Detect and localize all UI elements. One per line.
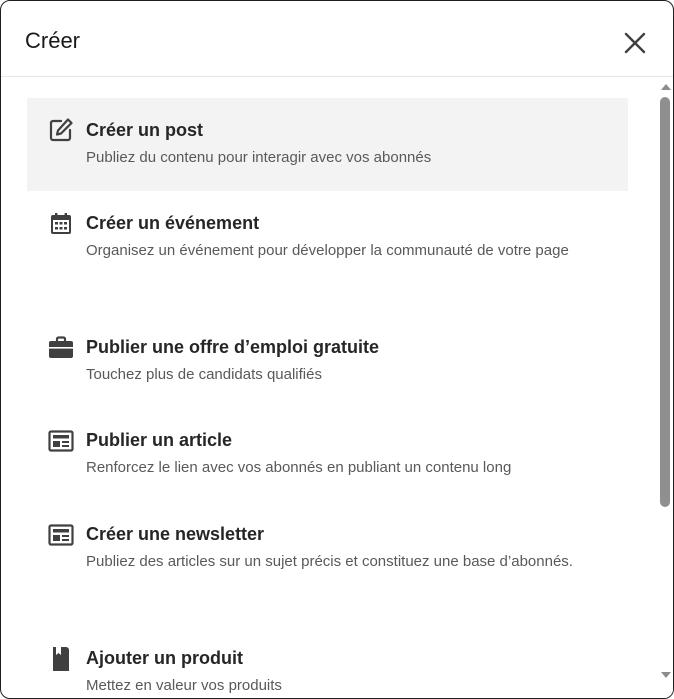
- newsletter-icon: [47, 521, 75, 549]
- calendar-icon: [47, 210, 75, 238]
- dialog-title: Créer: [25, 28, 81, 53]
- option-create-post[interactable]: Créer un post Publiez du contenu pour in…: [27, 98, 628, 191]
- edit-icon: [47, 116, 75, 144]
- option-title: Publier un article: [86, 430, 233, 450]
- close-icon: [624, 32, 646, 54]
- option-description: Renforcez le lien avec vos abonnés en pu…: [86, 459, 512, 476]
- option-title: Créer une newsletter: [86, 524, 265, 544]
- option-title: Ajouter un produit: [86, 648, 243, 668]
- create-dialog: Créer Créer un post Publiez du contenu p…: [0, 0, 674, 699]
- option-create-event[interactable]: Créer un événement Organisez un événemen…: [27, 191, 628, 304]
- scroll-thumb[interactable]: [660, 97, 670, 507]
- option-create-newsletter[interactable]: Créer une newsletter Publiez des article…: [27, 504, 628, 614]
- option-description: Publiez du contenu pour interagir avec v…: [86, 149, 432, 166]
- vertical-scrollbar[interactable]: [657, 78, 673, 698]
- scroll-up-arrow-icon[interactable]: [661, 84, 671, 90]
- option-description: Organisez un événement pour développer l…: [86, 242, 569, 259]
- option-description: Publiez des articles sur un sujet précis…: [86, 553, 573, 570]
- briefcase-icon: [47, 334, 75, 362]
- option-description: Mettez en valeur vos produits: [86, 677, 282, 694]
- dialog-header: Créer: [1, 1, 673, 77]
- scroll-down-arrow-icon[interactable]: [661, 672, 671, 678]
- option-title: Créer un post: [86, 120, 204, 140]
- option-title: Créer un événement: [86, 213, 260, 233]
- create-options-list: Créer un post Publiez du contenu pour in…: [1, 78, 673, 698]
- option-add-product[interactable]: Ajouter un produit Mettez en valeur vos …: [27, 628, 628, 698]
- option-title: Publier une offre d’emploi gratuite: [86, 337, 380, 357]
- product-icon: [47, 645, 75, 673]
- option-publish-article[interactable]: Publier un article Renforcez le lien ave…: [27, 410, 628, 490]
- option-description: Touchez plus de candidats qualifiés: [86, 366, 322, 383]
- article-icon: [47, 427, 75, 455]
- option-post-free-job[interactable]: Publier une offre d’emploi gratuite Touc…: [27, 317, 628, 397]
- close-button[interactable]: [619, 27, 651, 59]
